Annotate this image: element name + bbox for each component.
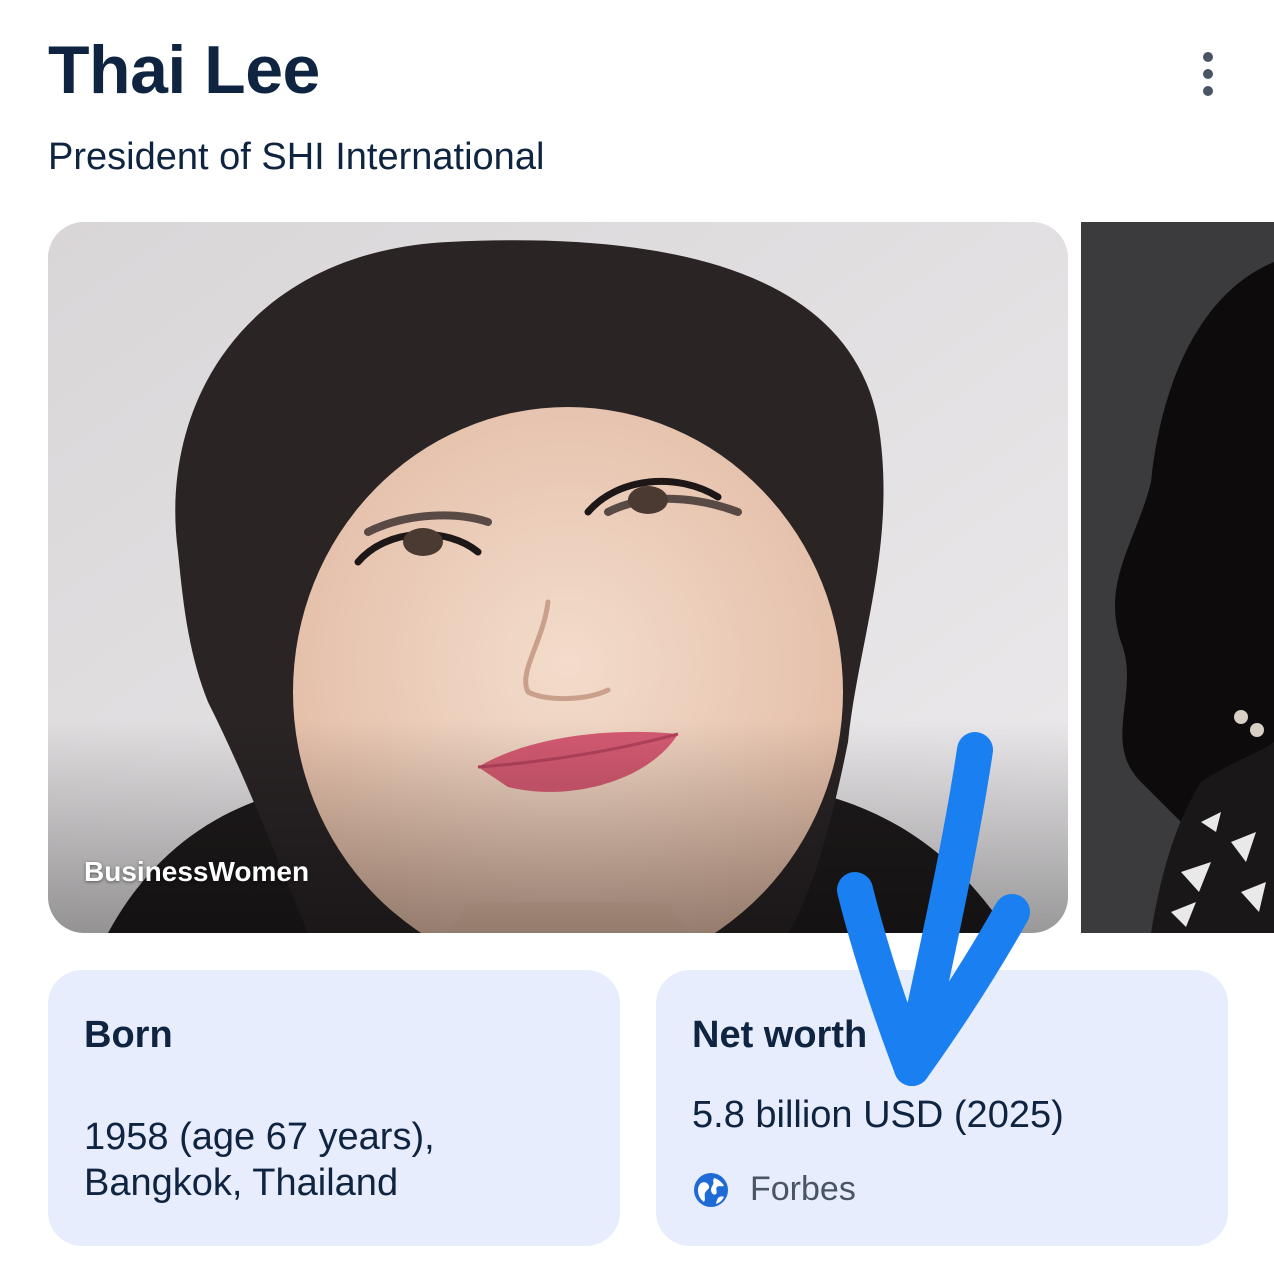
page-subtitle: President of SHI International: [48, 136, 545, 178]
net-worth-source[interactable]: Forbes: [692, 1170, 856, 1209]
born-card: Born 1958 (age 67 years), Bangkok, Thail…: [48, 970, 620, 1246]
more-vertical-icon: [1203, 52, 1213, 62]
knowledge-panel: Thai Lee President of SHI International: [0, 0, 1274, 1280]
page-title: Thai Lee: [48, 32, 320, 108]
more-vertical-icon-dot: [1203, 86, 1213, 96]
more-options-button[interactable]: [1184, 46, 1232, 102]
globe-icon: [694, 1172, 728, 1207]
second-photo[interactable]: [1081, 222, 1274, 933]
net-worth-label: Net worth: [692, 1014, 868, 1056]
main-photo[interactable]: [48, 222, 1068, 933]
second-portrait-image: [1081, 222, 1274, 933]
image-source-label: BusinessWomen: [84, 856, 310, 887]
more-vertical-icon-dot: [1203, 69, 1213, 79]
net-worth-value: 5.8 billion USD (2025): [692, 1094, 1064, 1136]
born-label: Born: [84, 1014, 173, 1056]
net-worth-card[interactable]: Net worth 5.8 billion USD (2025) Forbes: [656, 970, 1228, 1246]
portrait-image: [48, 222, 1068, 933]
born-value: 1958 (age 67 years), Bangkok, Thailand: [84, 1116, 435, 1204]
source-link[interactable]: Forbes: [750, 1170, 856, 1209]
